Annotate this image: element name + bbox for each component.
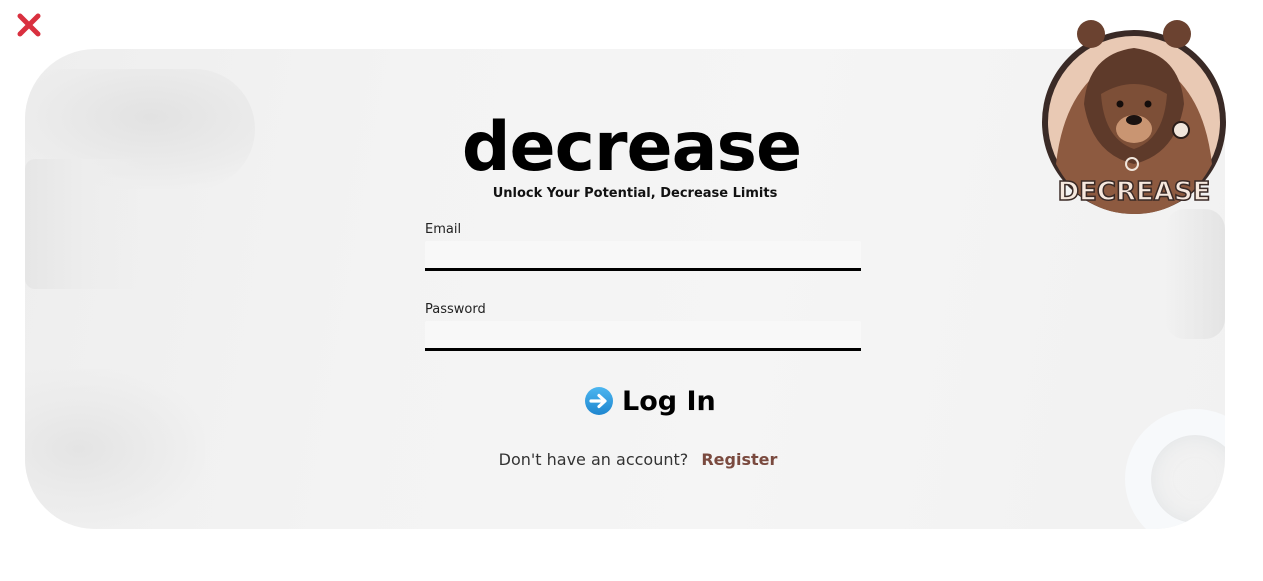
background-chain-image [25, 369, 205, 529]
login-label: Log In [622, 385, 716, 417]
close-button[interactable] [14, 10, 44, 40]
login-button[interactable]: Log In [584, 383, 716, 419]
register-link[interactable]: Register [701, 450, 777, 469]
close-icon [17, 13, 41, 37]
password-field[interactable] [425, 321, 861, 351]
logo-wordmark: DECREASE [1058, 177, 1211, 207]
right-arrow-icon [585, 387, 613, 415]
background-bottle-image [1165, 209, 1225, 339]
email-field[interactable] [425, 241, 861, 271]
register-prompt: Don't have an account? [498, 450, 689, 469]
password-label: Password [425, 302, 486, 317]
register-row: Don't have an account? Register [0, 450, 1263, 469]
email-label: Email [425, 222, 462, 237]
bear-logo: DECREASE [1036, 14, 1232, 220]
background-ring-image [1125, 409, 1225, 529]
